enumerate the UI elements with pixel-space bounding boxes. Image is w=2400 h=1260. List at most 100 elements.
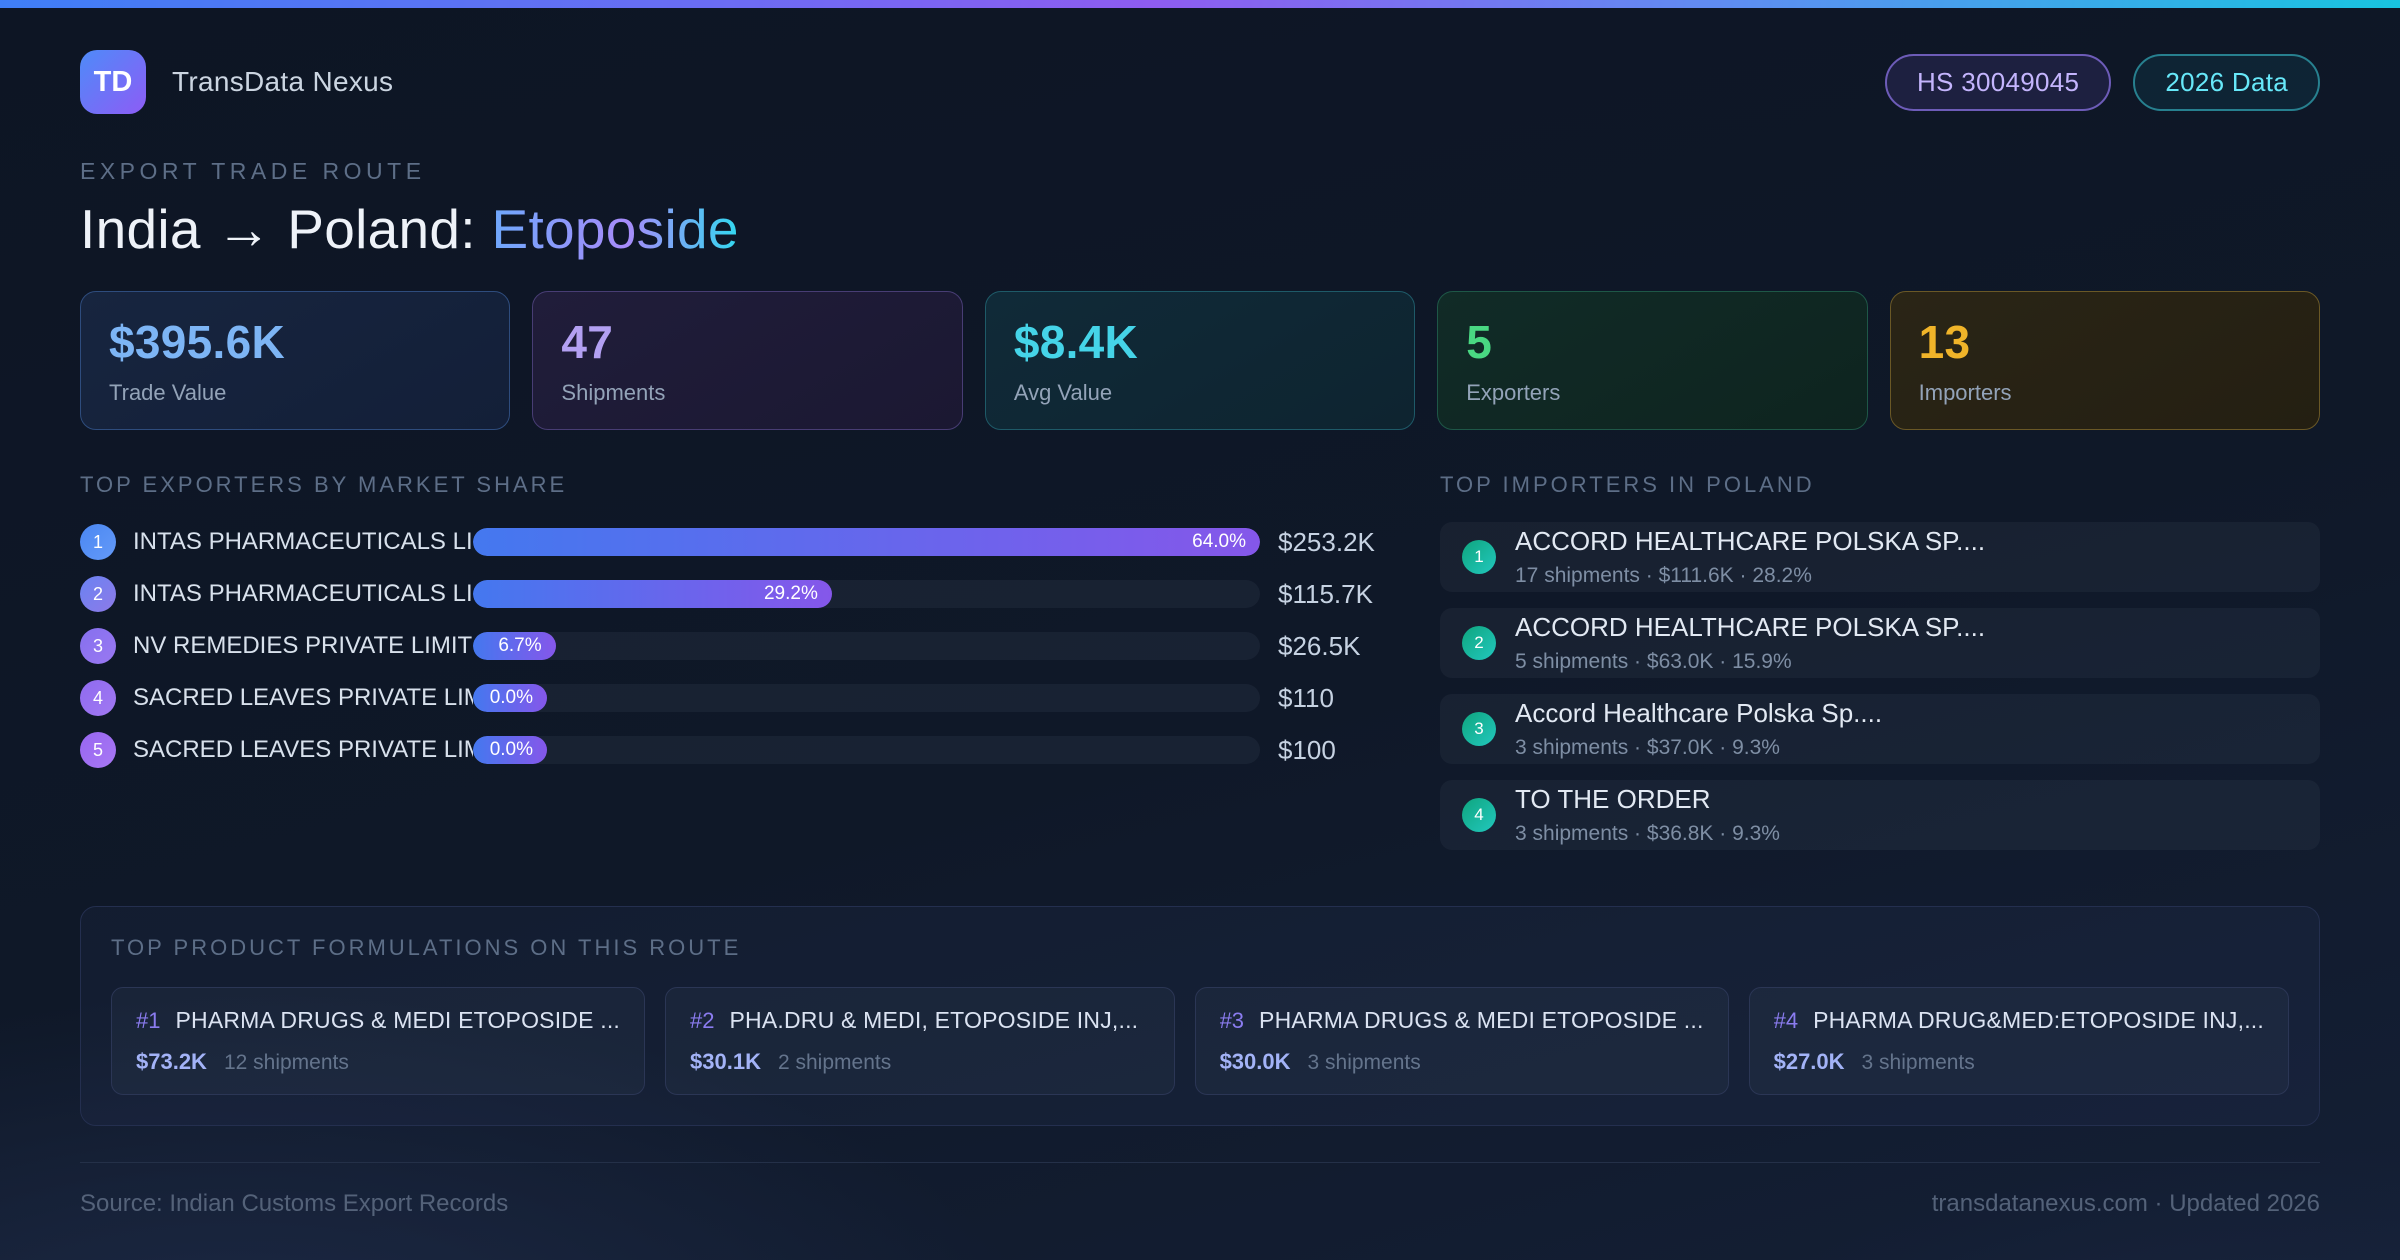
formulation-rank: #4	[1773, 1008, 1799, 1033]
formulation-title-row: #2 PHA.DRU & MEDI, ETOPOSIDE INJ,...	[690, 1007, 1150, 1034]
stat-card-shipments: 47 Shipments	[532, 291, 963, 430]
market-share-track: 6.7%	[473, 632, 1260, 660]
importer-body: TO THE ORDER 3 shipments · $36.8K · 9.3%	[1515, 784, 1780, 846]
importer-name: Accord Healthcare Polska Sp....	[1515, 698, 1883, 728]
importer-name: ACCORD HEALTHCARE POLSKA SP....	[1515, 612, 1986, 642]
formulation-stats-row: $30.0K 3 shipments	[1220, 1049, 1704, 1075]
rank-badge: 3	[1462, 712, 1496, 746]
hs-code-badge: HS 30049045	[1884, 53, 2112, 111]
importers-heading: TOP IMPORTERS IN POLAND	[1440, 472, 1815, 497]
formulation-value: $30.1K	[690, 1049, 761, 1074]
exporter-value: $115.7K	[1278, 578, 1373, 609]
formulation-card: #2 PHA.DRU & MEDI, ETOPOSIDE INJ,... $30…	[665, 987, 1175, 1095]
importer-body: ACCORD HEALTHCARE POLSKA SP.... 17 shipm…	[1515, 526, 1985, 588]
rank-badge: 1	[1462, 540, 1496, 574]
stat-value: 5	[1466, 316, 1493, 368]
formulation-shipments: 12 shipments	[223, 1051, 349, 1074]
formulation-name: PHARMA DRUGS & MEDI ETOPOSIDE ...	[175, 1007, 621, 1033]
formulation-shipments: 3 shipments	[1861, 1051, 1975, 1074]
formulation-name: PHARMA DRUG&MED:ETOPOSIDE INJ,...	[1813, 1007, 2264, 1033]
importer-name: TO THE ORDER	[1515, 784, 1711, 814]
importer-meta: 3 shipments · $37.0K · 9.3%	[1515, 736, 1780, 759]
brand-name: TransData Nexus	[172, 66, 394, 97]
rank-badge: 4	[1462, 798, 1496, 832]
exporter-name: SACRED LEAVES PRIVATE LIMI...	[133, 684, 473, 711]
market-share-track: 0.0%	[473, 684, 1260, 712]
formulation-name: PHA.DRU & MEDI, ETOPOSIDE INJ,...	[729, 1007, 1139, 1033]
exporters-bar-chart: 1 INTAS PHARMACEUTICALS LIMI... 64.0% $2…	[80, 522, 1390, 770]
stat-value: $8.4K	[1013, 316, 1139, 368]
brand-logo-text: TD	[93, 65, 133, 98]
market-share-bar: 0.0%	[473, 736, 547, 764]
market-share-track: 64.0%	[473, 528, 1260, 556]
exporter-row: 5 SACRED LEAVES PRIVATE LIMI... 0.0% $10…	[80, 730, 1390, 770]
stat-value: 13	[1918, 316, 1971, 368]
site-credit: transdatanexus.com · Updated 2026	[1931, 1190, 2320, 1217]
exporter-value: $100	[1278, 734, 1336, 765]
formulation-name: PHARMA DRUGS & MEDI ETOPOSIDE ...	[1259, 1007, 1704, 1033]
formulations-heading: TOP PRODUCT FORMULATIONS ON THIS ROUTE	[111, 935, 742, 960]
market-share-percent: 29.2%	[763, 583, 818, 604]
importers-section: TOP IMPORTERS IN POLAND 1 ACCORD HEALTHC…	[1440, 472, 2320, 866]
formulation-stats-row: $73.2K 12 shipments	[136, 1049, 620, 1075]
brand-logo: TD	[80, 50, 146, 114]
exporter-name: NV REMEDIES PRIVATE LIMITED	[133, 632, 473, 659]
exporters-section: TOP EXPORTERS BY MARKET SHARE 1 INTAS PH…	[80, 472, 1390, 782]
importers-list: 1 ACCORD HEALTHCARE POLSKA SP.... 17 shi…	[1440, 522, 2320, 850]
stat-value: 47	[561, 316, 614, 368]
eyebrow-label: EXPORT TRADE ROUTE	[80, 158, 426, 184]
importer-meta: 17 shipments · $111.6K · 28.2%	[1515, 564, 1812, 587]
rank-badge: 4	[80, 680, 116, 716]
formulation-card: #4 PHARMA DRUG&MED:ETOPOSIDE INJ,... $27…	[1748, 987, 2289, 1095]
formulations-panel: TOP PRODUCT FORMULATIONS ON THIS ROUTE #…	[80, 906, 2320, 1126]
page-title: India → Poland: Etoposide	[80, 197, 2320, 261]
importer-name: ACCORD HEALTHCARE POLSKA SP....	[1515, 526, 1986, 556]
importer-body: Accord Healthcare Polska Sp.... 3 shipme…	[1515, 698, 1882, 760]
data-year-badge: 2026 Data	[2133, 53, 2320, 111]
formulation-card: #3 PHARMA DRUGS & MEDI ETOPOSIDE ... $30…	[1194, 987, 1729, 1095]
importer-meta: 5 shipments · $63.0K · 15.9%	[1515, 650, 1792, 673]
exporter-row: 4 SACRED LEAVES PRIVATE LIMI... 0.0% $11…	[80, 678, 1390, 718]
formulation-value: $30.0K	[1219, 1049, 1291, 1074]
stat-label: Shipments	[561, 380, 666, 405]
stat-label: Trade Value	[109, 380, 227, 405]
exporter-value: $253.2K	[1278, 526, 1375, 557]
market-share-percent: 0.0%	[489, 739, 533, 760]
formulation-shipments: 2 shipments	[777, 1051, 892, 1074]
exporter-row: 3 NV REMEDIES PRIVATE LIMITED 6.7% $26.5…	[80, 626, 1390, 666]
exporter-name: INTAS PHARMACEUTICALS LIMI...	[133, 580, 473, 607]
market-share-percent: 6.7%	[498, 635, 542, 656]
formulation-shipments: 3 shipments	[1307, 1051, 1421, 1074]
importer-item: 1 ACCORD HEALTHCARE POLSKA SP.... 17 shi…	[1440, 522, 2320, 592]
formulation-card: #1 PHARMA DRUGS & MEDI ETOPOSIDE ... $73…	[111, 987, 646, 1095]
columns: TOP EXPORTERS BY MARKET SHARE 1 INTAS PH…	[80, 472, 2320, 866]
stat-card-avg-value: $8.4K Avg Value	[984, 291, 1416, 430]
header: TD TransData Nexus HS 30049045 2026 Data	[80, 50, 2320, 114]
formulation-rank: #2	[690, 1008, 715, 1033]
market-share-bar: 29.2%	[473, 580, 832, 608]
importer-body: ACCORD HEALTHCARE POLSKA SP.... 5 shipme…	[1515, 612, 1985, 674]
product-name: Etoposide	[491, 198, 739, 260]
rank-badge: 3	[80, 628, 116, 664]
importer-meta: 3 shipments · $36.8K · 9.3%	[1515, 822, 1780, 845]
header-badges: HS 30049045 2026 Data	[1884, 53, 2320, 111]
exporter-value: $110	[1278, 682, 1334, 713]
formulation-stats-row: $30.1K 2 shipments	[690, 1049, 1150, 1075]
formulation-cards: #1 PHARMA DRUGS & MEDI ETOPOSIDE ... $73…	[111, 987, 2289, 1095]
formulation-value: $27.0K	[1773, 1049, 1845, 1074]
formulation-rank: #3	[1219, 1008, 1245, 1033]
rank-badge: 2	[80, 576, 116, 612]
stat-card-trade-value: $395.6K Trade Value	[80, 291, 511, 430]
market-share-bar: 6.7%	[473, 632, 556, 660]
formulation-title-row: #1 PHARMA DRUGS & MEDI ETOPOSIDE ...	[136, 1007, 620, 1034]
rank-badge: 5	[80, 732, 116, 768]
formulation-stats-row: $27.0K 3 shipments	[1774, 1049, 2264, 1075]
importer-item: 4 TO THE ORDER 3 shipments · $36.8K · 9.…	[1440, 780, 2320, 850]
market-share-bar: 0.0%	[473, 684, 547, 712]
rank-badge: 1	[80, 524, 116, 560]
source-note: Source: Indian Customs Export Records	[80, 1190, 509, 1217]
market-share-percent: 64.0%	[1192, 531, 1246, 552]
stat-value: $395.6K	[109, 316, 286, 368]
importer-item: 2 ACCORD HEALTHCARE POLSKA SP.... 5 ship…	[1440, 608, 2320, 678]
top-accent-bar	[0, 0, 2400, 8]
